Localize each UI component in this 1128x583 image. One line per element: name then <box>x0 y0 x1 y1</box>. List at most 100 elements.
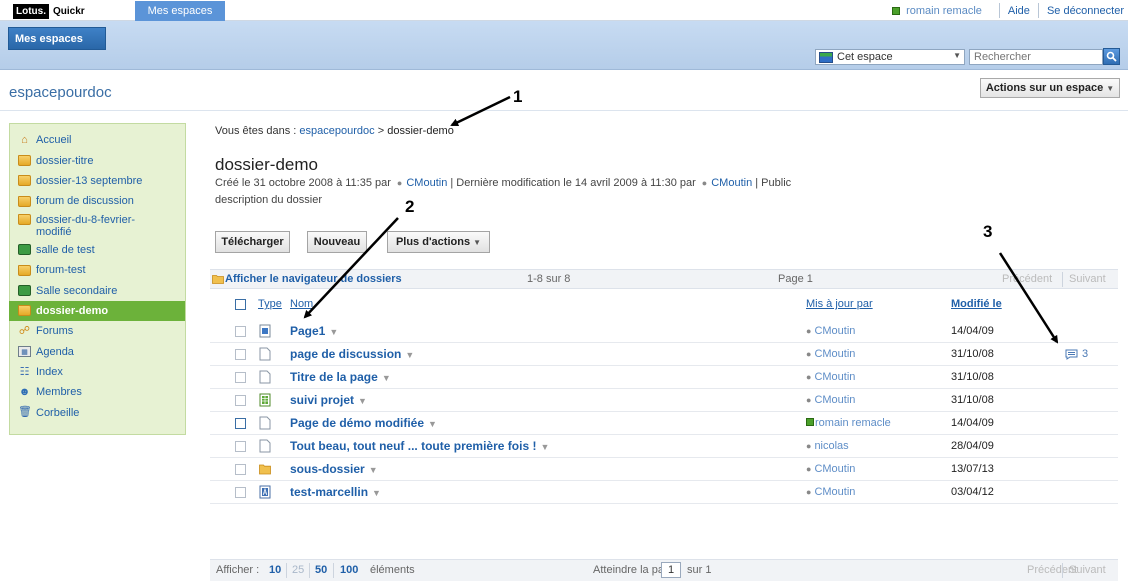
next-link[interactable]: Suivant <box>1069 564 1106 576</box>
row-updated-by[interactable]: ● nicolas <box>806 440 849 452</box>
table-row[interactable]: test-marcellin ▼ ● CMoutin 03/04/12 <box>210 481 1118 504</box>
column-header-updated-by[interactable]: Mis à jour par <box>806 298 873 310</box>
list-info-bar: Afficher le navigateur de dossiers 1-8 s… <box>210 269 1118 289</box>
chevron-down-icon: ▼ <box>473 238 482 247</box>
help-link[interactable]: Aide <box>1008 5 1030 17</box>
row-name: page de discussion <box>290 347 402 361</box>
top-tab-mes-espaces[interactable]: Mes espaces <box>135 1 225 21</box>
sidebar-item-dossier-titre[interactable]: dossier-titre <box>10 150 185 170</box>
row-updated-by[interactable]: ● CMoutin <box>806 463 855 475</box>
column-header-name[interactable]: Nom <box>290 298 313 310</box>
table-row[interactable]: suivi projet ▼ ● CMoutin 31/10/08 <box>210 389 1118 412</box>
row-name-link[interactable]: Titre de la page ▼ <box>290 370 391 384</box>
row-updated-by[interactable]: ● CMoutin <box>806 348 855 360</box>
page-indicator: Page 1 <box>778 273 813 285</box>
select-all-checkbox[interactable] <box>235 299 246 310</box>
download-button[interactable]: Télécharger <box>215 231 290 253</box>
new-button[interactable]: Nouveau <box>307 231 367 253</box>
sidebar-item-corbeille[interactable]: 🗑 Corbeille <box>10 403 185 423</box>
folder-icon <box>18 264 31 276</box>
table-row[interactable]: Titre de la page ▼ ● CMoutin 31/10/08 <box>210 366 1118 389</box>
row-checkbox[interactable] <box>235 464 246 475</box>
row-updated-by[interactable]: ● CMoutin <box>806 325 855 337</box>
previous-link[interactable]: Précédent <box>1002 273 1052 285</box>
lotus-quickr-logo[interactable]: Lotus. Quickr <box>13 3 85 19</box>
space-actions-button[interactable]: Actions sur un espace ▼ <box>980 78 1120 98</box>
row-updated-by[interactable]: ● CMoutin <box>806 486 855 498</box>
creator-link[interactable]: CMoutin <box>406 177 447 189</box>
page-size-100[interactable]: 100 <box>340 564 358 576</box>
folder-description: description du dossier <box>215 194 323 206</box>
search-input[interactable] <box>969 49 1103 65</box>
sidebar-item-forum-test[interactable]: forum-test <box>10 260 185 280</box>
next-link[interactable]: Suivant <box>1069 273 1106 285</box>
page-size-50[interactable]: 50 <box>315 564 327 576</box>
user-link[interactable]: romain remacle <box>906 5 982 17</box>
table-row[interactable]: page de discussion ▼ ● CMoutin 31/10/08 3 <box>210 343 1118 366</box>
divider <box>309 563 310 578</box>
row-updated-by[interactable]: romain remacle <box>806 417 891 429</box>
sidebar-item-label: Corbeille <box>36 406 80 419</box>
row-updated-by[interactable]: ● CMoutin <box>806 394 855 406</box>
table-row[interactable]: Page1 ▼ ● CMoutin 14/04/09 <box>210 320 1118 343</box>
row-checkbox[interactable] <box>235 418 246 429</box>
sidebar-item-dossier-demo[interactable]: dossier-demo <box>9 300 185 322</box>
row-updated-by[interactable]: ● CMoutin <box>806 371 855 383</box>
chevron-down-icon: ▼ <box>1106 84 1115 93</box>
row-checkbox[interactable] <box>235 349 246 360</box>
row-name: Titre de la page <box>290 370 378 384</box>
folder-icon <box>18 175 31 187</box>
divider <box>333 563 334 578</box>
sidebar-item-label: Accueil <box>36 134 72 147</box>
row-checkbox[interactable] <box>235 441 246 452</box>
goto-page-input[interactable]: 1 <box>661 562 681 578</box>
page-size-25[interactable]: 25 <box>292 564 304 576</box>
row-checkbox[interactable] <box>235 372 246 383</box>
space-title[interactable]: espacepourdoc <box>9 84 112 101</box>
presence-icon: ● <box>806 326 812 336</box>
sidebar-item-membres[interactable]: ☻ Membres <box>10 382 185 402</box>
sidebar-item-forum-de-discussion[interactable]: forum de discussion <box>10 191 185 211</box>
divider <box>1037 3 1039 18</box>
sidebar-item-accueil[interactable]: ⌂ Accueil <box>10 130 185 150</box>
folder-browser-link[interactable]: Afficher le navigateur de dossiers <box>225 273 402 285</box>
sidebar-item-dossier-du-8-fevrier[interactable]: dossier-du-8-fevrier-modifié <box>10 212 185 240</box>
row-name-link[interactable]: page de discussion ▼ <box>290 347 414 361</box>
more-actions-button[interactable]: Plus d'actions ▼ <box>387 231 490 253</box>
row-name-link[interactable]: suivi projet ▼ <box>290 393 367 407</box>
row-checkbox[interactable] <box>235 326 246 337</box>
comments-count[interactable]: 3 <box>1065 348 1088 360</box>
modifier-link[interactable]: CMoutin <box>711 177 752 189</box>
space-bar <box>0 71 1128 111</box>
sidebar-item-index[interactable]: ☷ Index <box>10 362 185 382</box>
search-scope-value: Cet espace <box>837 51 893 63</box>
row-checkbox[interactable] <box>235 395 246 406</box>
row-name-link[interactable]: Page1 ▼ <box>290 324 338 338</box>
items-label: éléments <box>370 564 415 576</box>
page-size-10[interactable]: 10 <box>269 564 281 576</box>
sidebar-item-forums[interactable]: ☍ Forums <box>10 321 185 341</box>
row-name-link[interactable]: Tout beau, tout neuf ... toute première … <box>290 439 549 453</box>
row-name-link[interactable]: test-marcellin ▼ <box>290 485 381 499</box>
breadcrumb-space-link[interactable]: espacepourdoc <box>299 125 374 137</box>
table-row[interactable]: Tout beau, tout neuf ... toute première … <box>210 435 1118 458</box>
breadcrumb: Vous êtes dans : espacepourdoc > dossier… <box>215 125 454 137</box>
table-row[interactable]: Page de démo modifiée ▼ romain remacle 14… <box>210 412 1118 435</box>
column-header-modified[interactable]: Modifié le <box>951 298 1002 310</box>
search-scope-select[interactable]: Cet espace ▼ <box>815 49 965 65</box>
search-button[interactable] <box>1103 48 1120 65</box>
sidebar-item-dossier-13-septembre[interactable]: dossier-13 septembre <box>10 171 185 191</box>
row-checkbox[interactable] <box>235 487 246 498</box>
sidebar-item-salle-de-test[interactable]: salle de test <box>10 240 185 260</box>
table-row[interactable]: sous-dossier ▼ ● CMoutin 13/07/13 <box>210 458 1118 481</box>
row-name-link[interactable]: sous-dossier ▼ <box>290 462 378 476</box>
row-name-link[interactable]: Page de démo modifiée ▼ <box>290 416 437 430</box>
home-icon: ⌂ <box>21 133 28 146</box>
page-icon <box>259 324 271 338</box>
column-header-type[interactable]: Type <box>258 298 282 310</box>
logout-link[interactable]: Se déconnecter <box>1047 5 1124 17</box>
sidebar-item-salle-secondaire[interactable]: Salle secondaire <box>10 280 185 300</box>
nav-tab-mes-espaces[interactable]: Mes espaces <box>8 27 106 50</box>
sidebar-item-agenda[interactable]: ▦ Agenda <box>10 342 185 362</box>
presence-icon: ● <box>806 487 812 497</box>
